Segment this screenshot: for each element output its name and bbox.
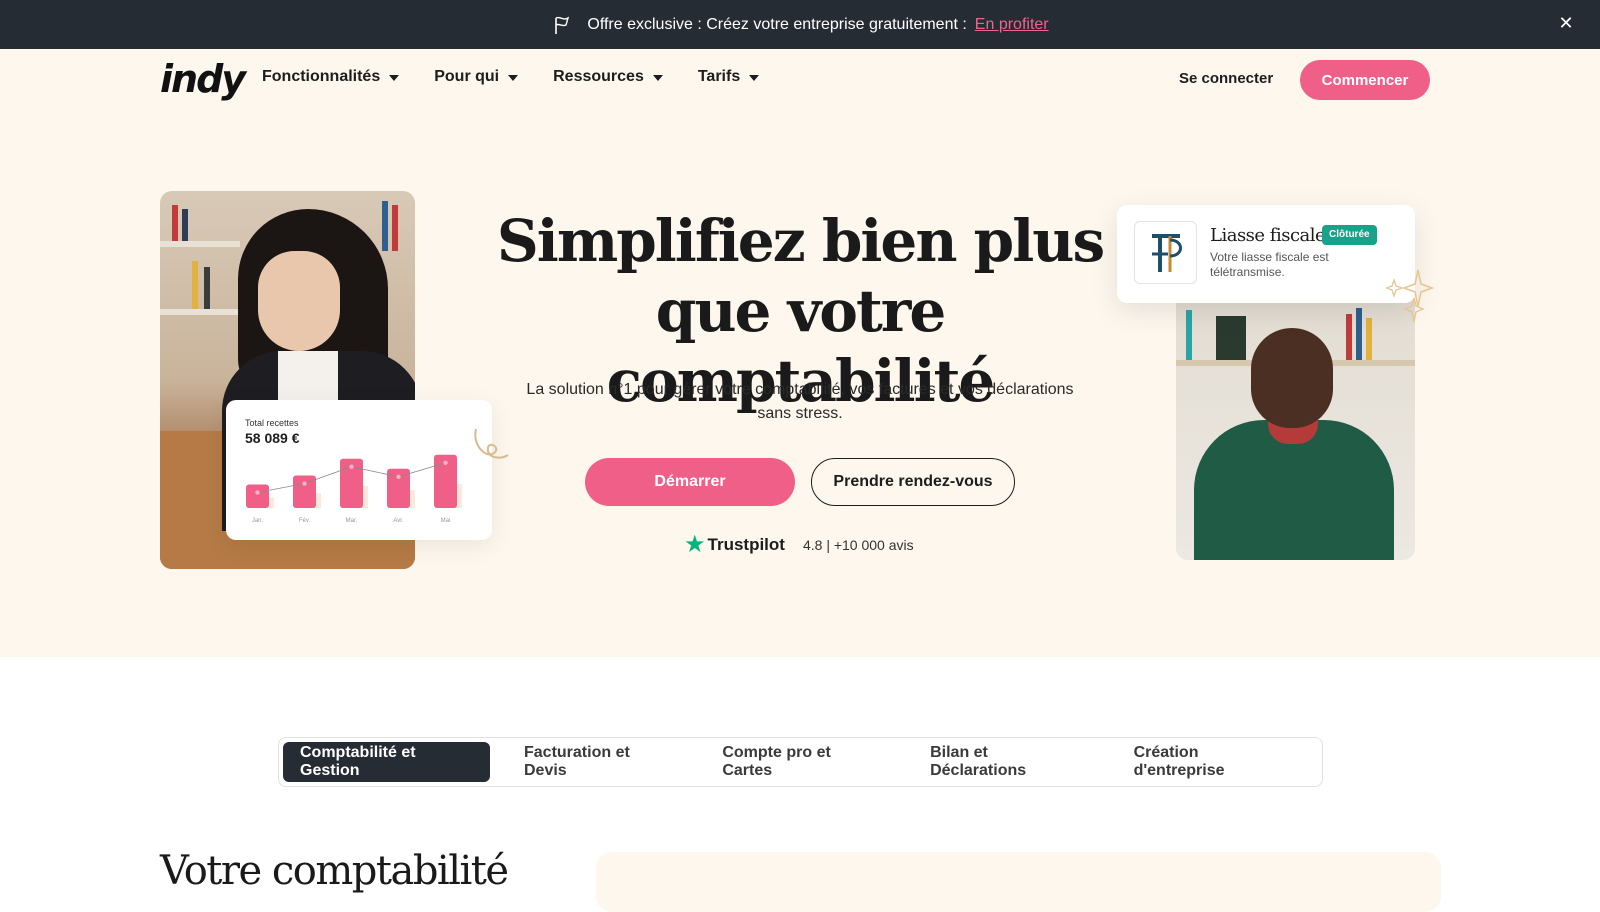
appointment-button[interactable]: Prendre rendez-vous	[811, 458, 1015, 506]
star-icon: ★	[684, 531, 706, 558]
banner-link[interactable]: En profiter	[975, 16, 1049, 34]
chart-point	[349, 464, 354, 469]
chart-tick-label: Fév.	[299, 518, 311, 524]
hero-title-line1: Simplifiez bien plus	[496, 207, 1105, 275]
rating-text: 4.8 | +10 000 avis	[802, 537, 914, 553]
book	[1186, 310, 1192, 360]
demarrer-button[interactable]: Démarrer	[585, 458, 795, 506]
sparkle-icon	[1386, 269, 1435, 323]
chevron-down-icon	[749, 75, 760, 81]
login-link[interactable]: Se connecter	[1179, 70, 1273, 87]
book	[1356, 308, 1362, 360]
chevron-down-icon	[389, 75, 400, 81]
nav-item-ressources[interactable]: Ressources	[553, 68, 663, 86]
chevron-down-icon	[508, 75, 519, 81]
chart-point	[302, 481, 307, 486]
book	[382, 201, 388, 251]
bookshelf	[160, 241, 240, 247]
status-badge: Clôturée	[1322, 225, 1377, 245]
nav-item-tarifs[interactable]: Tarifs	[697, 68, 760, 86]
liasse-title: Liasse fiscale	[1210, 225, 1326, 246]
banner-text: Offre exclusive : Créez votre entreprise…	[587, 15, 967, 33]
book	[204, 267, 210, 309]
hero-subtitle: La solution n°1 pour gérer votre comptab…	[526, 381, 1074, 422]
book	[1366, 318, 1372, 360]
chart-tick-label: Avr.	[393, 518, 404, 524]
chart-tick-label: Mai	[441, 518, 451, 524]
book	[1346, 314, 1352, 360]
trustpilot-logo: Trustpilot	[707, 535, 785, 554]
section-title: Votre comptabilité	[160, 848, 509, 894]
close-icon[interactable]: ✕	[1554, 12, 1578, 36]
nav-menu: Fonctionnalités Pour qui Ressources Tari…	[262, 68, 794, 86]
book	[182, 209, 188, 241]
bookshelf	[160, 309, 240, 315]
liasse-text: Votre liasse fiscale est télétransmise.	[1210, 250, 1329, 279]
tab-compte-pro[interactable]: Compte pro et Cartes	[705, 742, 896, 782]
nav-item-pour-qui[interactable]: Pour qui	[434, 68, 519, 86]
book	[192, 261, 198, 309]
promo-banner: Offre exclusive : Créez votre entreprise…	[0, 0, 1600, 49]
tab-bilan[interactable]: Bilan et Déclarations	[913, 742, 1099, 782]
nav-item-label: Fonctionnalités	[262, 68, 381, 85]
liasse-fiscale-card: Liasse fiscale Clôturée Votre liasse fis…	[1117, 205, 1415, 303]
chart-tick-label: Mar.	[346, 518, 358, 524]
revenue-card: Total recettes 58 089 € Jan. Fév. Mar. Avr.…	[226, 400, 492, 540]
main-nav: indy Fonctionnalités Pour qui Ressources…	[0, 49, 1600, 111]
revenue-chart: Jan. Fév. Mar. Avr. Mai	[246, 454, 462, 524]
squiggle-decoration	[474, 428, 509, 459]
chart-point	[396, 474, 401, 479]
chart-point	[443, 460, 448, 465]
flag-icon	[555, 15, 570, 34]
man-head	[1251, 328, 1333, 428]
nav-item-label: Ressources	[553, 68, 644, 85]
start-button[interactable]: Commencer	[1300, 60, 1430, 100]
woman-face	[258, 251, 340, 351]
nav-item-label: Pour qui	[434, 68, 500, 85]
tab-facturation[interactable]: Facturation et Devis	[507, 742, 688, 782]
trustpilot-rating[interactable]: ★ Trustpilot 4.8 | +10 000 avis	[684, 531, 914, 558]
chart-point	[255, 490, 260, 495]
logo[interactable]: indy	[160, 57, 246, 101]
nav-item-label: Tarifs	[697, 68, 741, 85]
chevron-down-icon	[652, 75, 663, 81]
section-panel	[596, 852, 1441, 912]
doctor-photo	[1176, 300, 1415, 560]
chart-bar	[246, 484, 269, 508]
book	[172, 205, 178, 241]
finances-publiques-icon	[1151, 233, 1182, 272]
feature-tabs: Comptabilité et Gestion Facturation et D…	[278, 737, 1323, 787]
tab-comptabilite[interactable]: Comptabilité et Gestion	[283, 742, 490, 782]
book	[392, 205, 398, 251]
nav-item-fonctionnalites[interactable]: Fonctionnalités	[262, 68, 400, 86]
tab-creation[interactable]: Création d'entreprise	[1117, 742, 1305, 782]
finances-publiques-logo	[1134, 221, 1197, 284]
chart-tick-label: Jan.	[252, 518, 264, 524]
book	[1216, 316, 1246, 360]
